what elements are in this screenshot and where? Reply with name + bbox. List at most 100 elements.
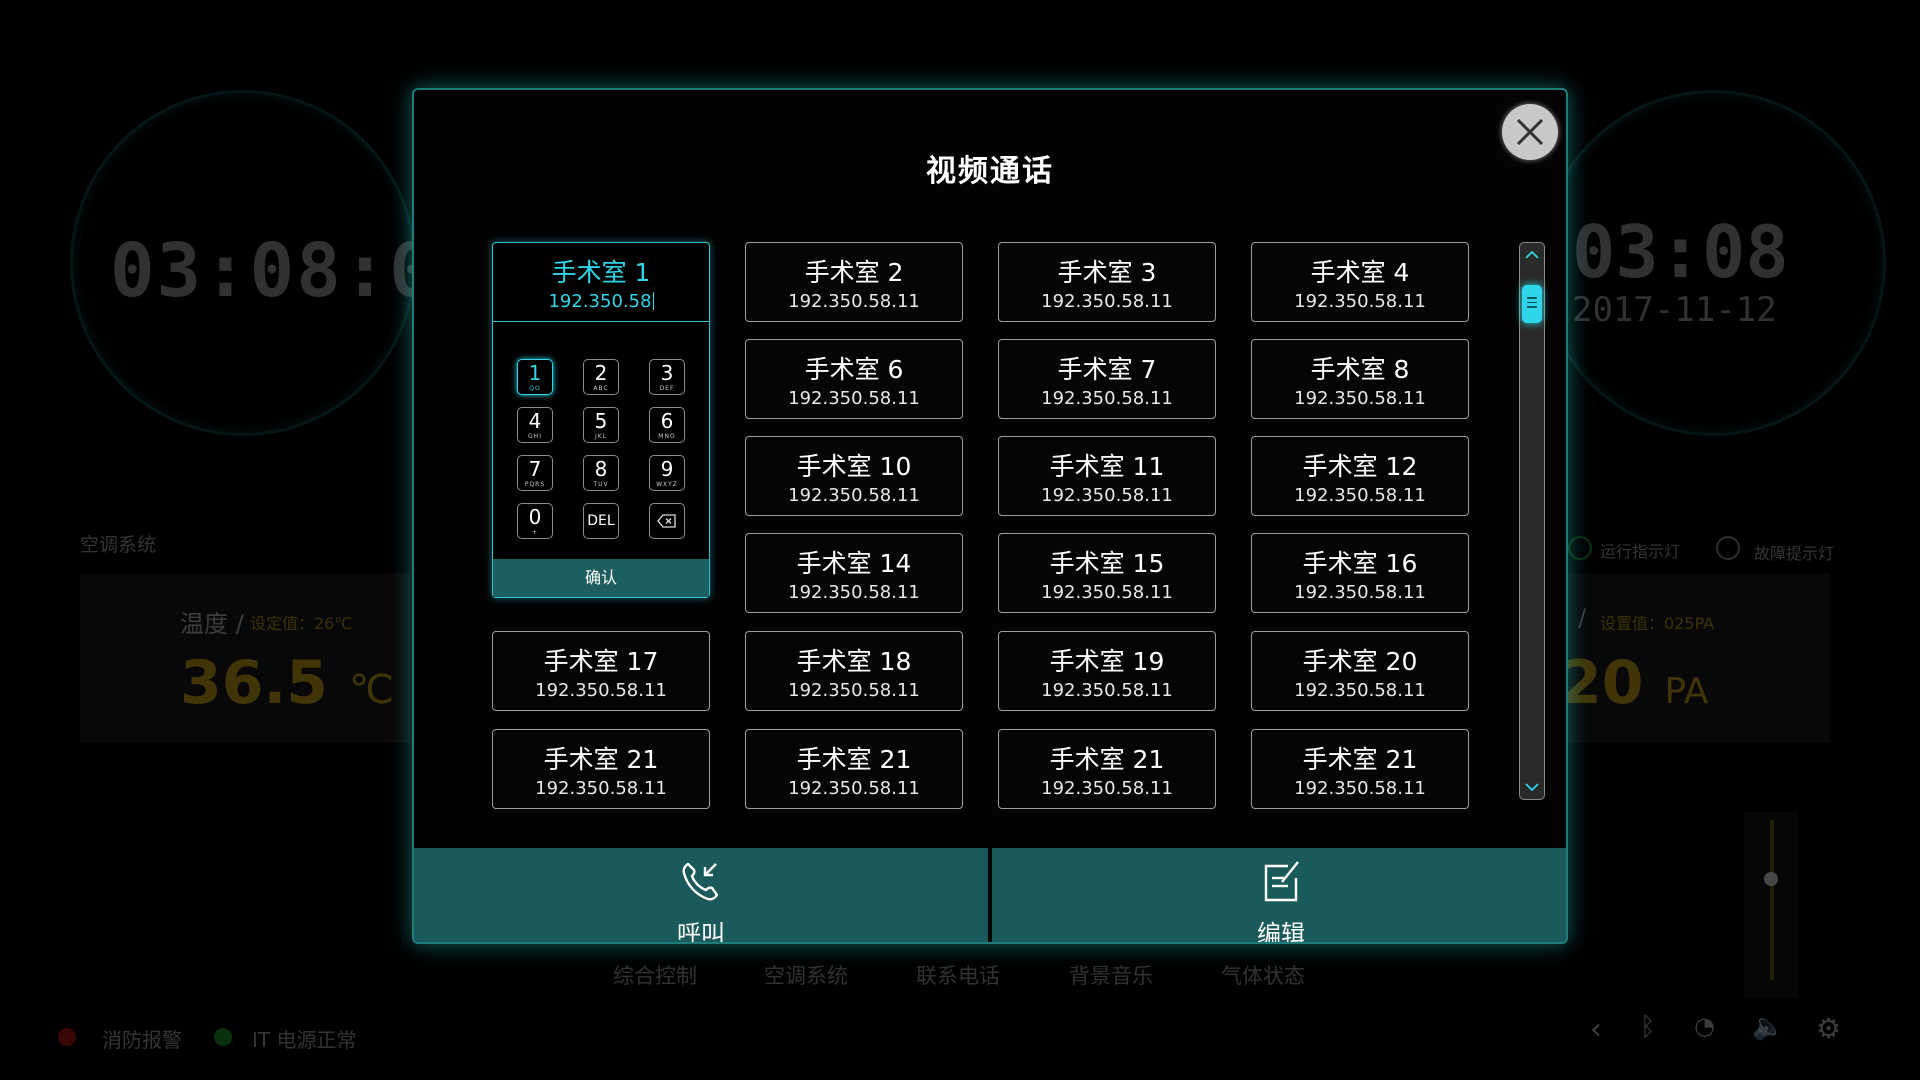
room-card[interactable]: 手术室 2 192.350.58.11 — [745, 242, 963, 322]
key-del[interactable]: DEL — [583, 503, 619, 539]
temperature-setpoint: 设定值：26℃ — [250, 614, 353, 633]
room-card[interactable]: 手术室 17 192.350.58.11 — [492, 631, 710, 711]
room-ip: 192.350.58.11 — [1041, 485, 1173, 506]
right-clock-time: 03:08 — [1572, 210, 1789, 294]
room-name: 手术室 15 — [1049, 549, 1165, 578]
scroll-down-icon[interactable] — [1522, 777, 1542, 797]
phone-call-icon — [682, 862, 719, 901]
room-card[interactable]: 手术室 8 192.350.58.11 — [1251, 339, 1469, 419]
edit-button-label: 编辑 — [1257, 920, 1305, 944]
room-card[interactable]: 手术室 4 192.350.58.11 — [1251, 242, 1469, 322]
nav-tab-music[interactable]: 背景音乐 — [1069, 960, 1153, 990]
wifi-icon[interactable]: ◔ — [1694, 1012, 1715, 1040]
active-room-ip-input[interactable]: 192.350.58 — [493, 291, 709, 312]
key-digit: 5 — [594, 409, 608, 433]
volume-icon[interactable]: 🔈 — [1752, 1012, 1784, 1042]
room-name: 手术室 10 — [796, 452, 912, 481]
room-card[interactable]: 手术室 15 192.350.58.11 — [998, 533, 1216, 613]
nav-tab-contacts[interactable]: 联系电话 — [916, 960, 1000, 990]
room-ip: 192.350.58.11 — [1041, 291, 1173, 312]
key-0[interactable]: 0 + — [517, 503, 553, 539]
call-button[interactable]: 呼叫 — [414, 848, 988, 942]
key-letters: GHI — [528, 433, 542, 440]
room-name: 手术室 3 — [1057, 258, 1157, 287]
room-card[interactable]: 手术室 12 192.350.58.11 — [1251, 436, 1469, 516]
active-room-card[interactable]: 手术室 1 192.350.58 1 QO 2 ABC 3 DEF 4 GHI … — [492, 242, 710, 598]
ip-input-text: 192.350.58 — [548, 291, 652, 312]
room-card[interactable]: 手术室 16 192.350.58.11 — [1251, 533, 1469, 613]
room-name: 手术室 8 — [1310, 355, 1410, 384]
key-del-label: DEL — [587, 513, 615, 529]
room-name: 手术室 12 — [1302, 452, 1418, 481]
key-digit: 9 — [660, 457, 674, 481]
room-ip: 192.350.58.11 — [1294, 778, 1426, 799]
room-card[interactable]: 手术室 3 192.350.58.11 — [998, 242, 1216, 322]
volume-slider-track[interactable] — [1770, 820, 1774, 980]
key-digit: 0 — [528, 505, 542, 529]
room-name: 手术室 18 — [796, 647, 912, 676]
settings-gear-icon[interactable]: ⚙ — [1816, 1012, 1841, 1045]
room-ip: 192.350.58.11 — [788, 485, 920, 506]
room-name: 手术室 17 — [543, 647, 659, 676]
key-letters: TUV — [593, 481, 609, 488]
key-digit: 3 — [660, 361, 674, 385]
room-card[interactable]: 手术室 10 192.350.58.11 — [745, 436, 963, 516]
room-card[interactable]: 手术室 7 192.350.58.11 — [998, 339, 1216, 419]
key-7[interactable]: 7 PQRS — [517, 455, 553, 491]
key-letters: PQRS — [524, 481, 546, 488]
scroll-thumb[interactable] — [1522, 285, 1542, 323]
key-8[interactable]: 8 TUV — [583, 455, 619, 491]
video-call-dialog: 视频通话 手术室 1 192.350.58 1 QO 2 ABC 3 DEF 4… — [412, 88, 1568, 944]
it-power-indicator — [214, 1028, 232, 1046]
room-ip: 192.350.58.11 — [788, 582, 920, 603]
key-9[interactable]: 9 WXYZ — [649, 455, 685, 491]
room-ip: 192.350.58.11 — [788, 778, 920, 799]
room-name: 手术室 21 — [543, 745, 659, 774]
key-4[interactable]: 4 GHI — [517, 407, 553, 443]
room-name: 手术室 14 — [796, 549, 912, 578]
room-card[interactable]: 手术室 11 192.350.58.11 — [998, 436, 1216, 516]
room-name: 手术室 21 — [796, 745, 912, 774]
edit-button[interactable]: 编辑 — [992, 848, 1566, 944]
room-ip: 192.350.58.11 — [1294, 388, 1426, 409]
nav-tab-general[interactable]: 综合控制 — [613, 960, 697, 990]
pressure-number: 20 — [1560, 648, 1644, 718]
key-digit: 7 — [528, 457, 542, 481]
room-ip: 192.350.58.11 — [1294, 485, 1426, 506]
running-light-icon — [1568, 536, 1592, 560]
room-ip: 192.350.58.11 — [1294, 582, 1426, 603]
scroll-up-icon[interactable] — [1522, 245, 1542, 265]
key-2[interactable]: 2 ABC — [583, 359, 619, 395]
room-card[interactable]: 手术室 21 192.350.58.11 — [745, 729, 963, 809]
room-card[interactable]: 手术室 19 192.350.58.11 — [998, 631, 1216, 711]
room-name: 手术室 21 — [1049, 745, 1165, 774]
room-card[interactable]: 手术室 20 192.350.58.11 — [1251, 631, 1469, 711]
room-ip: 192.350.58.11 — [1294, 680, 1426, 701]
room-card[interactable]: 手术室 18 192.350.58.11 — [745, 631, 963, 711]
key-letters: QO — [529, 385, 541, 392]
bluetooth-icon[interactable]: ᛒ — [1640, 1012, 1656, 1042]
key-digit: 1 — [528, 361, 542, 385]
pressure-title: / — [1578, 604, 1587, 632]
key-5[interactable]: 5 JKL — [583, 407, 619, 443]
room-card[interactable]: 手术室 6 192.350.58.11 — [745, 339, 963, 419]
ac-section-title: 空调系统 — [80, 534, 157, 556]
confirm-button[interactable]: 确认 — [493, 559, 709, 597]
key-1[interactable]: 1 QO — [517, 359, 553, 395]
room-list-scrollbar[interactable] — [1519, 242, 1545, 800]
room-card[interactable]: 手术室 21 192.350.58.11 — [492, 729, 710, 809]
nav-tab-ac[interactable]: 空调系统 — [764, 960, 848, 990]
key-3[interactable]: 3 DEF — [649, 359, 685, 395]
key-6[interactable]: 6 MNO — [649, 407, 685, 443]
room-card[interactable]: 手术室 21 192.350.58.11 — [998, 729, 1216, 809]
volume-slider-knob[interactable] — [1764, 872, 1778, 886]
close-button[interactable] — [1502, 104, 1558, 160]
back-arrow-icon[interactable]: ‹ — [1590, 1012, 1602, 1047]
room-name: 手术室 11 — [1049, 452, 1165, 481]
room-card[interactable]: 手术室 21 192.350.58.11 — [1251, 729, 1469, 809]
room-name: 手术室 21 — [1302, 745, 1418, 774]
nav-tab-gas[interactable]: 气体状态 — [1221, 960, 1305, 990]
room-card[interactable]: 手术室 14 192.350.58.11 — [745, 533, 963, 613]
room-ip: 192.350.58.11 — [535, 680, 667, 701]
key-backspace[interactable] — [649, 503, 685, 539]
